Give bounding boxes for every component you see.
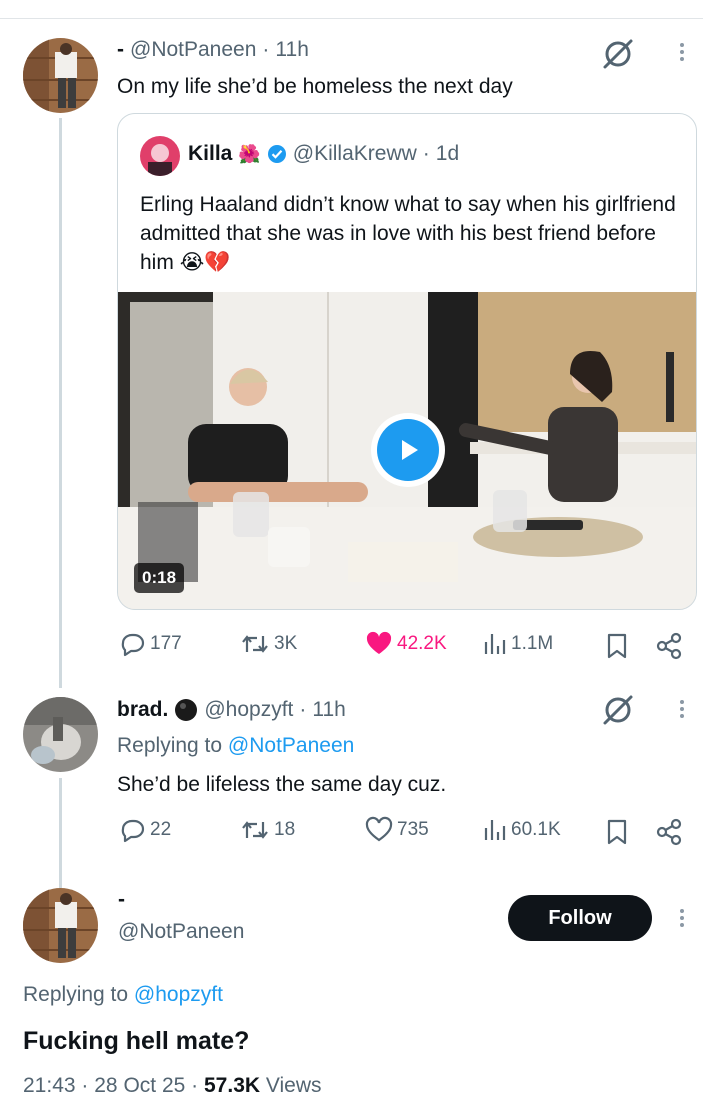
tweet2-replying: Replying to @NotPaneen: [117, 734, 354, 758]
reply-count: 177: [150, 633, 182, 654]
reply-icon: [121, 633, 145, 657]
main-date[interactable]: 28 Oct 25: [94, 1074, 185, 1097]
thread-line: [59, 778, 62, 888]
share-icon: [656, 818, 682, 846]
main-handle[interactable]: @NotPaneen: [118, 920, 244, 944]
reply-button[interactable]: 177: [118, 630, 182, 658]
views-count: 1.1M: [511, 633, 554, 654]
main-replying: Replying to @hopzyft: [23, 983, 223, 1007]
separator-dot: ·: [191, 1074, 199, 1097]
play-icon: [402, 440, 418, 460]
black-circle-icon: [175, 699, 198, 721]
tweet2-text: She’d be lifeless the same day cuz.: [117, 773, 447, 796]
views-button[interactable]: 1.1M: [483, 630, 553, 658]
reply-icon: [121, 819, 145, 843]
main-views-label: Views: [265, 1074, 322, 1097]
separator-dot: ·: [422, 142, 430, 165]
share-button[interactable]: [654, 817, 684, 852]
reply-button[interactable]: 22: [118, 816, 171, 844]
quote-header: Killa 🌺 @KillaKreww · 1d: [188, 142, 459, 166]
share-icon: [656, 632, 682, 660]
like-count: 735: [397, 819, 429, 840]
tweet2-handle[interactable]: @hopzyft: [204, 698, 293, 722]
bookmark-button[interactable]: [605, 632, 629, 665]
quote-avatar[interactable]: [140, 136, 180, 176]
retweet-button[interactable]: 3K: [240, 630, 297, 658]
quote-handle[interactable]: @KillaKreww: [293, 142, 417, 166]
more-icon[interactable]: [680, 906, 684, 930]
tweet1-handle[interactable]: @NotPaneen: [130, 38, 256, 62]
analytics-icon: [484, 820, 506, 840]
quote-text: Erling Haaland didn’t know what to say w…: [140, 190, 680, 277]
heart-outline-icon: [365, 816, 393, 842]
tweet2-display-name[interactable]: brad.: [117, 698, 168, 722]
play-button[interactable]: [371, 413, 445, 487]
quote-display-name[interactable]: Killa: [188, 142, 232, 166]
grok-icon[interactable]: [600, 36, 636, 72]
reply-count: 22: [150, 819, 172, 840]
main-display-name[interactable]: -: [118, 888, 125, 912]
avatar[interactable]: [23, 697, 98, 772]
separator-dot: ·: [299, 698, 307, 721]
avatar[interactable]: [23, 38, 98, 113]
tweet2-header: brad. @hopzyft · 11h: [117, 698, 346, 722]
quote-time[interactable]: 1d: [436, 142, 459, 166]
retweet-icon: [242, 635, 268, 653]
retweet-count: 18: [274, 819, 296, 840]
share-button[interactable]: [654, 631, 684, 666]
like-button[interactable]: 735: [365, 816, 429, 844]
replying-to-link[interactable]: @NotPaneen: [228, 734, 354, 757]
main-meta: 21:43 · 28 Oct 25 · 57.3K Views: [23, 1074, 322, 1098]
more-icon[interactable]: [680, 697, 684, 721]
like-count: 42.2K: [397, 633, 447, 654]
retweet-button[interactable]: 18: [240, 816, 295, 844]
views-button[interactable]: 60.1K: [483, 816, 561, 844]
main-views-count: 57.3K: [204, 1074, 261, 1097]
retweet-icon: [242, 821, 268, 839]
video-player[interactable]: 0:18: [118, 292, 696, 609]
tweet1-display-name[interactable]: -: [117, 38, 124, 62]
retweet-count: 3K: [274, 633, 298, 654]
thread-line: [59, 118, 62, 688]
main-time[interactable]: 21:43: [23, 1074, 76, 1097]
quoted-tweet[interactable]: Killa 🌺 @KillaKreww · 1d Erling Haaland …: [117, 113, 697, 610]
verified-icon: [267, 145, 286, 163]
replying-prefix: Replying to: [117, 734, 223, 757]
flower-badge-icon: 🌺: [238, 143, 261, 164]
more-icon[interactable]: [680, 40, 684, 64]
main-text: Fucking hell mate?: [23, 1027, 250, 1055]
video-duration: 0:18: [134, 563, 185, 593]
separator-dot: ·: [81, 1074, 89, 1097]
like-button[interactable]: 42.2K: [365, 630, 447, 658]
separator-dot: ·: [262, 38, 270, 61]
tweet2-time[interactable]: 11h: [312, 698, 345, 722]
follow-button[interactable]: Follow: [508, 895, 652, 941]
views-count: 60.1K: [511, 819, 561, 840]
bookmark-icon: [607, 819, 627, 845]
crying-heartbreak-emoji: 😭💔: [179, 251, 231, 274]
tweet1-text: On my life she’d be homeless the next da…: [117, 75, 513, 98]
grok-icon[interactable]: [600, 692, 636, 728]
analytics-icon: [484, 634, 506, 654]
tweet1-header: - @NotPaneen · 11h: [117, 38, 309, 62]
bookmark-button[interactable]: [605, 818, 629, 851]
top-divider: [0, 18, 703, 19]
replying-to-link[interactable]: @hopzyft: [134, 983, 223, 1006]
bookmark-icon: [607, 633, 627, 659]
heart-filled-icon: [366, 631, 392, 654]
avatar[interactable]: [23, 888, 98, 963]
replying-prefix: Replying to: [23, 983, 129, 1006]
tweet1-time[interactable]: 11h: [275, 38, 308, 62]
